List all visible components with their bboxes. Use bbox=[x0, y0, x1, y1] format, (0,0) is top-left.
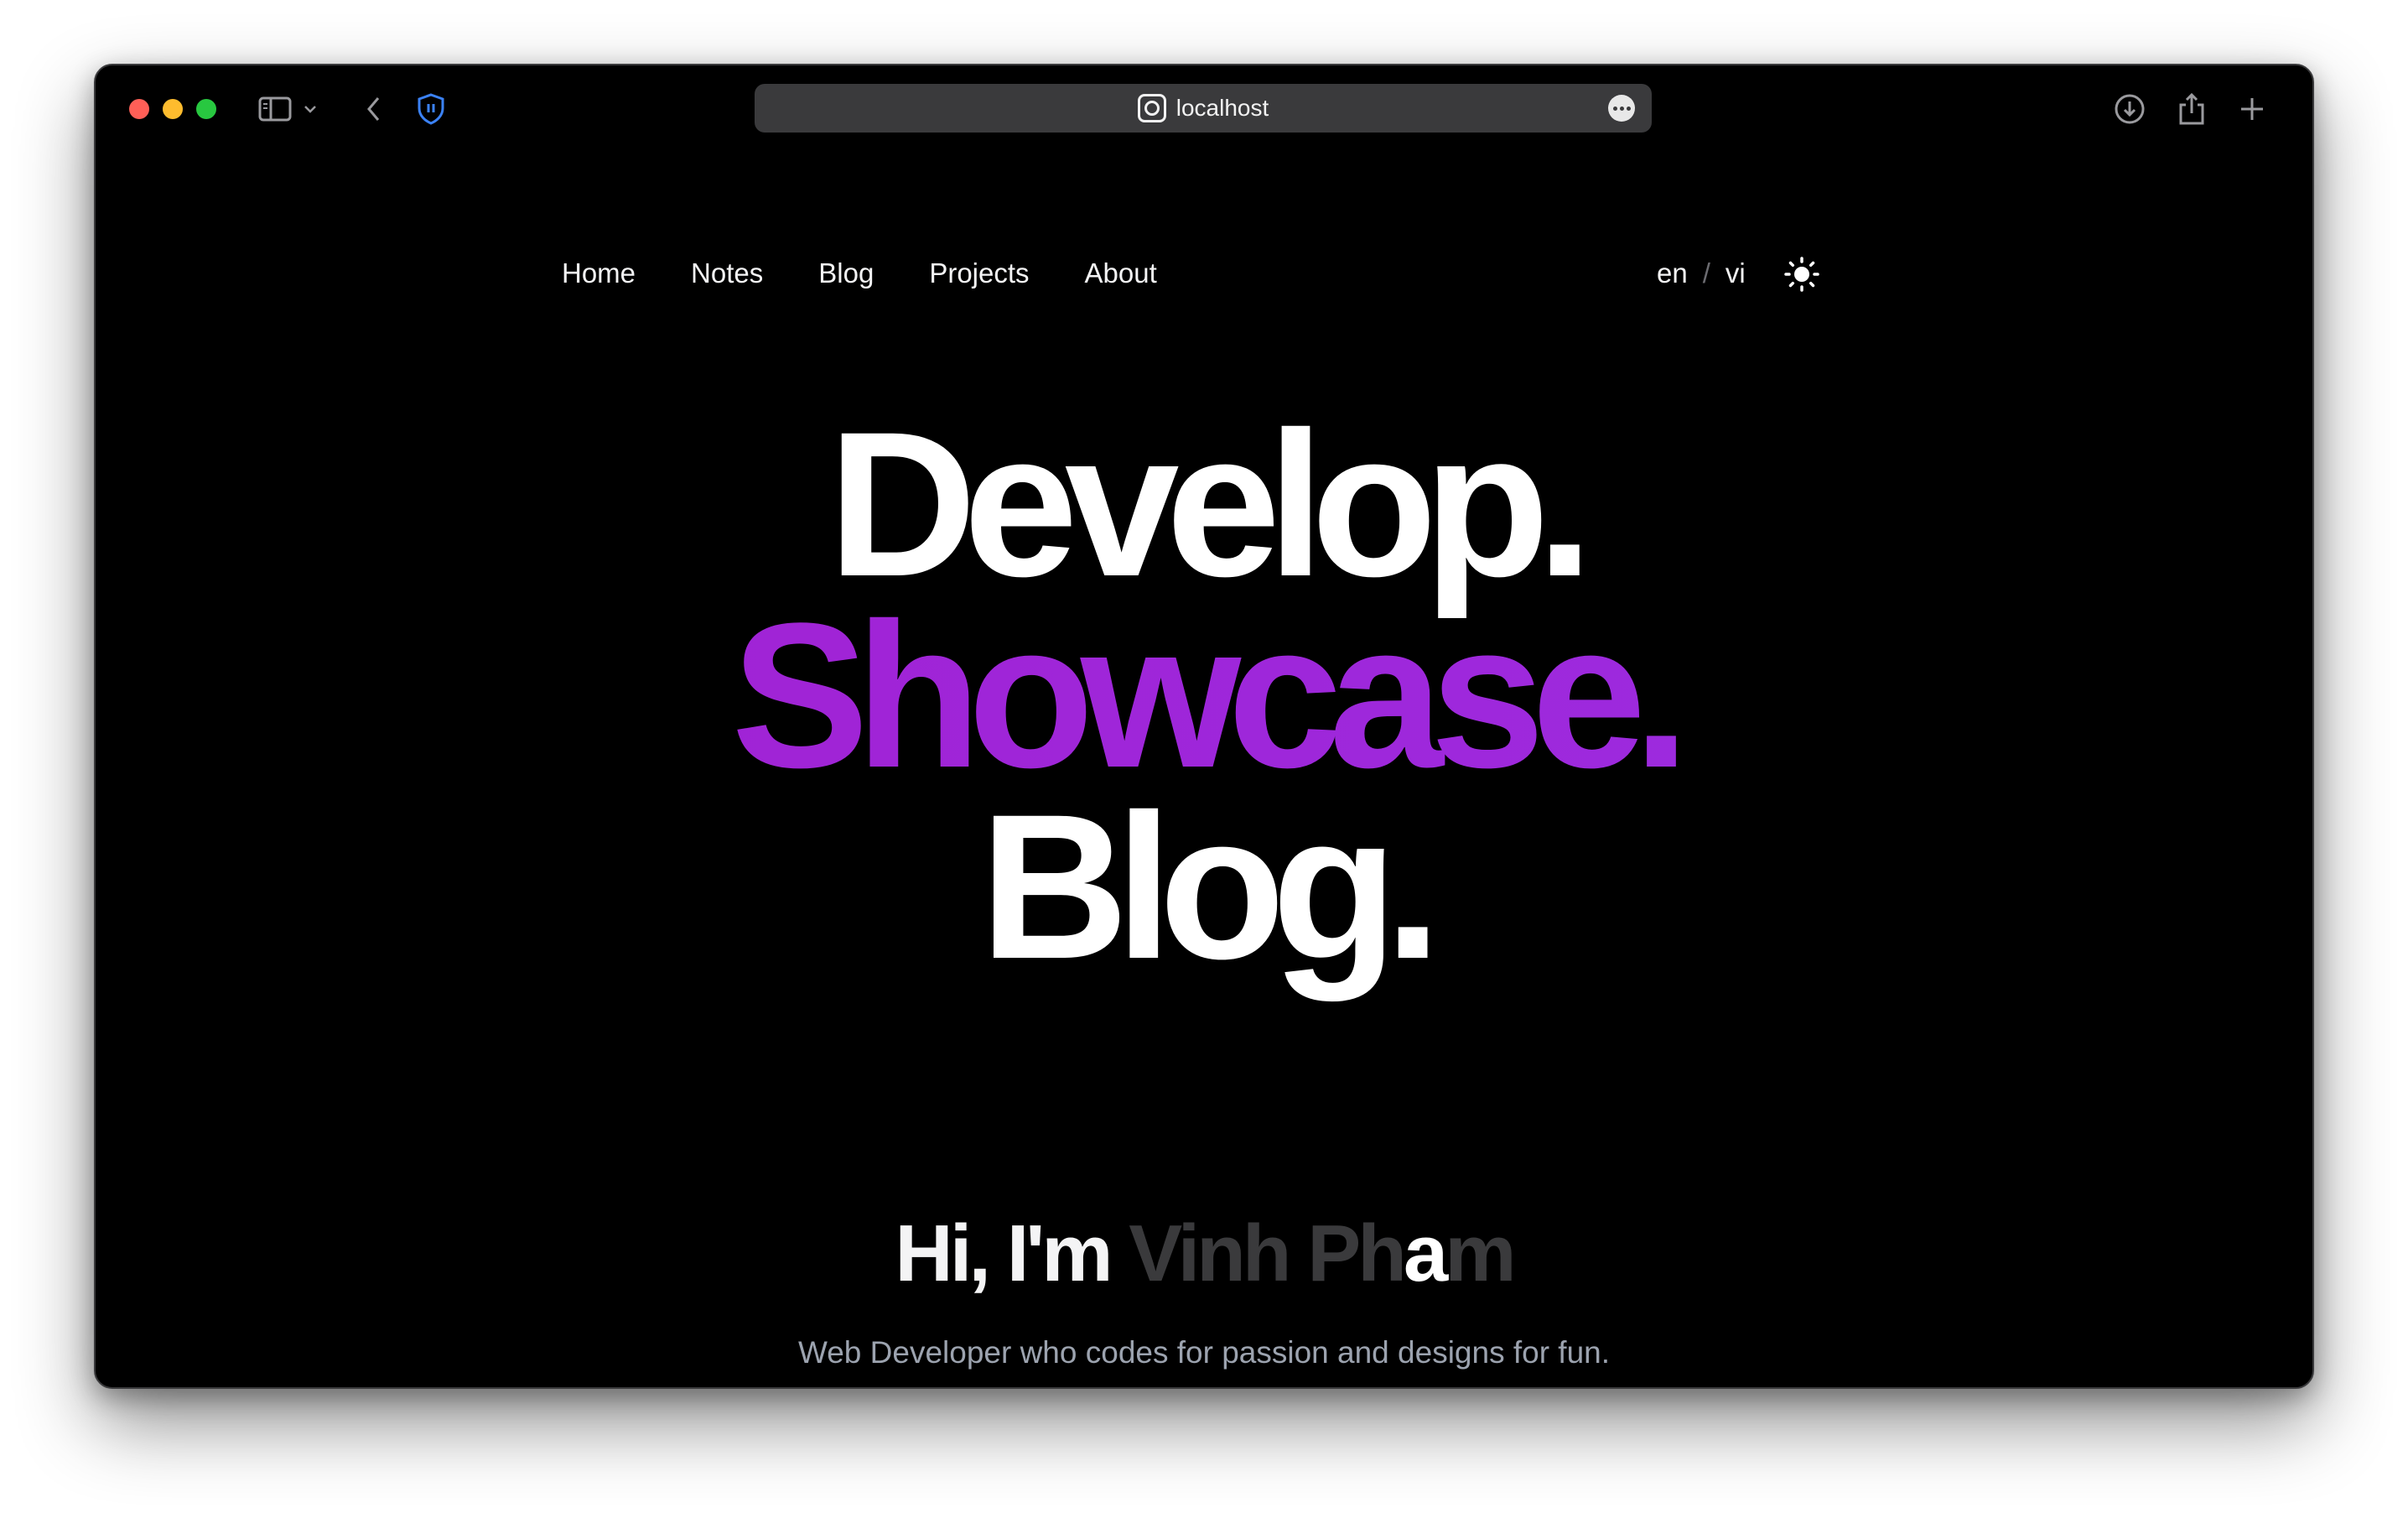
nav-link-notes[interactable]: Notes bbox=[691, 248, 763, 299]
back-arrow-icon[interactable] bbox=[357, 87, 391, 131]
url-text: localhost bbox=[1175, 95, 1269, 121]
close-window-button[interactable] bbox=[129, 99, 149, 119]
address-bar[interactable]: localhost bbox=[755, 84, 1652, 133]
language-switcher: en / vi bbox=[1657, 248, 1746, 299]
sun-icon[interactable] bbox=[1783, 255, 1821, 294]
chevron-down-icon[interactable] bbox=[300, 87, 320, 131]
browser-toolbar: localhost bbox=[96, 65, 2312, 153]
more-options-icon[interactable] bbox=[1608, 95, 1635, 122]
lang-separator: / bbox=[1702, 257, 1710, 289]
site-navigation: Home Notes Blog Projects About en / vi bbox=[96, 248, 2312, 299]
browser-window: localhost Home Notes Blog Projects About… bbox=[94, 64, 2314, 1389]
lang-en-link[interactable]: en bbox=[1657, 257, 1688, 289]
minimize-window-button[interactable] bbox=[163, 99, 183, 119]
hero-line-showcase: Showcase. bbox=[96, 593, 2312, 799]
name-text-highlight: a bbox=[1403, 1209, 1448, 1298]
site-icon bbox=[1137, 94, 1166, 122]
nav-link-home[interactable]: Home bbox=[562, 248, 636, 299]
lang-vi-link[interactable]: vi bbox=[1726, 257, 1746, 289]
share-icon[interactable] bbox=[2172, 87, 2212, 131]
name-text-dim-end: m bbox=[1445, 1209, 1516, 1298]
tagline-text: Web Developer who codes for passion and … bbox=[797, 1335, 1611, 1370]
hero-heading: Develop. Showcase. Blog. bbox=[96, 389, 2312, 1002]
nav-link-blog[interactable]: Blog bbox=[818, 248, 874, 299]
nav-link-about[interactable]: About bbox=[1085, 248, 1157, 299]
sidebar-icon[interactable] bbox=[257, 87, 293, 131]
name-text-dim: Vinh Ph bbox=[1129, 1209, 1407, 1298]
hero-line-blog: Blog. bbox=[979, 772, 1442, 1002]
nav-link-projects[interactable]: Projects bbox=[929, 248, 1029, 299]
intro-heading: Hi, I'm Vinh Pham bbox=[96, 1208, 2312, 1300]
hero-line-develop: Develop. bbox=[828, 389, 1593, 620]
shield-icon[interactable] bbox=[413, 87, 449, 131]
zoom-window-button[interactable] bbox=[196, 99, 216, 119]
greeting-text: Hi, I'm bbox=[895, 1209, 1113, 1298]
plus-icon[interactable] bbox=[2232, 87, 2272, 131]
download-icon[interactable] bbox=[2110, 87, 2150, 131]
